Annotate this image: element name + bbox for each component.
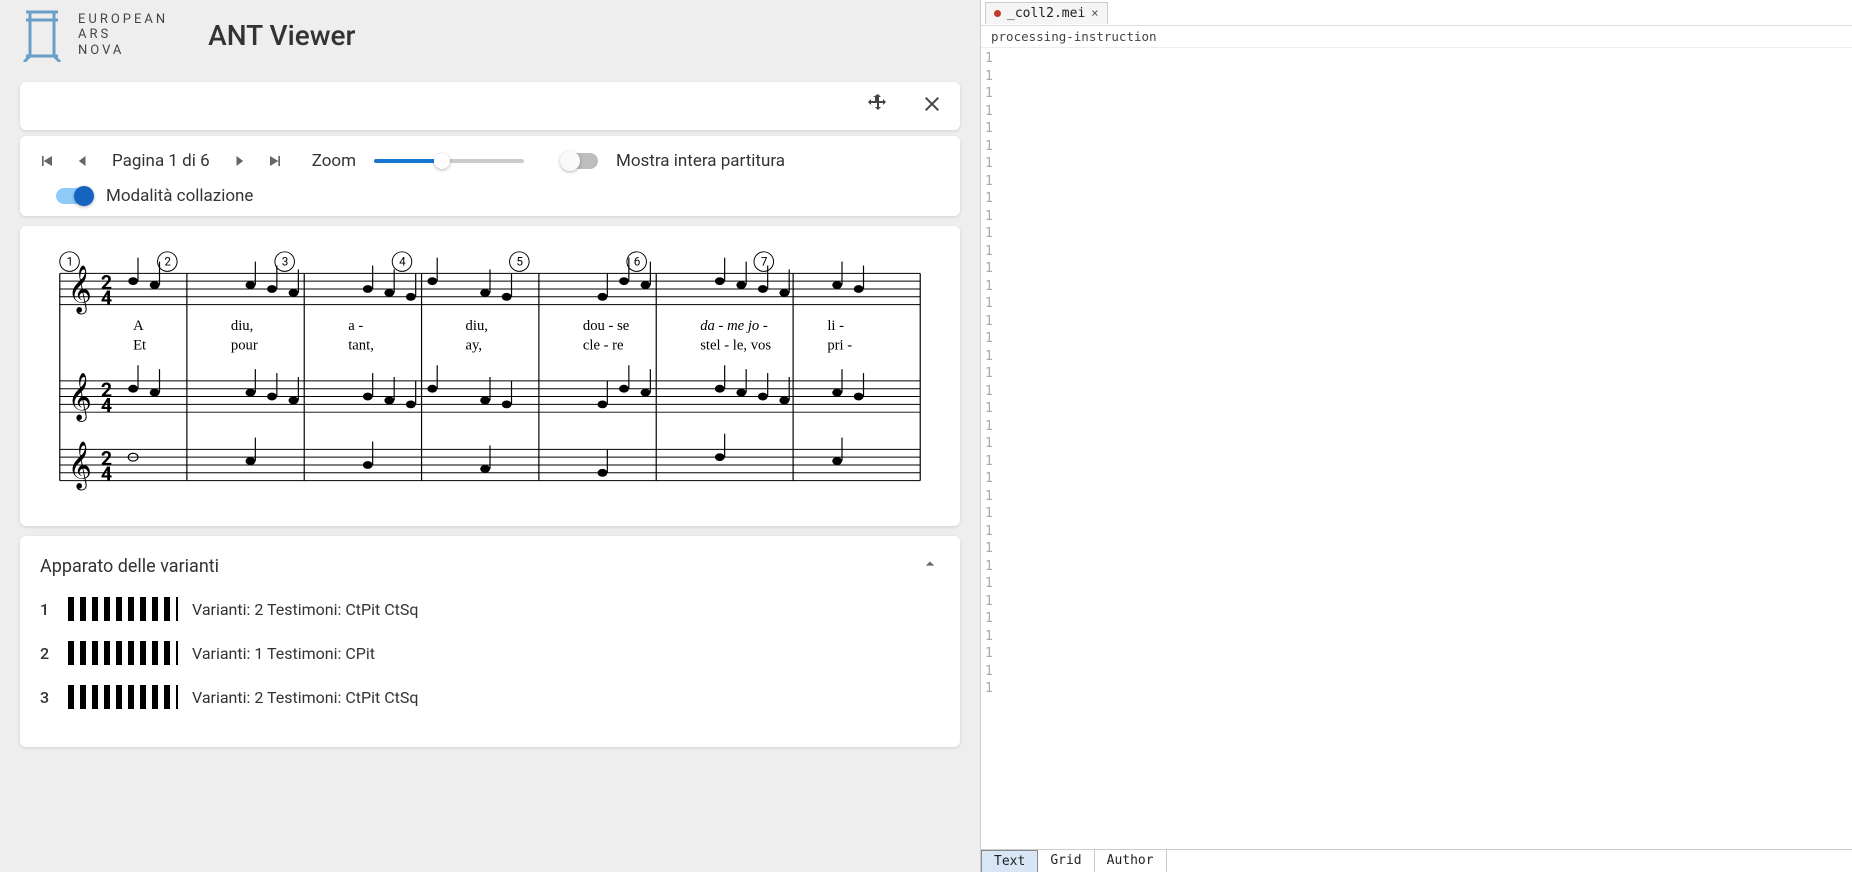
editor-tab-label: _coll2.mei — [1007, 6, 1085, 21]
variant-number: 1 — [40, 600, 54, 619]
editor-bottom-tabs: Text Grid Author — [981, 849, 1852, 872]
whole-score-label: Mostra intera partitura — [616, 151, 785, 171]
bottom-tab-grid[interactable]: Grid — [1038, 850, 1094, 872]
code-body[interactable] — [999, 48, 1852, 849]
collation-toggle[interactable] — [56, 188, 92, 204]
brand-line-1: EUROPEAN — [78, 12, 168, 28]
svg-text:4: 4 — [399, 255, 406, 269]
dirty-indicator-icon — [994, 10, 1001, 17]
close-icon[interactable] — [920, 92, 944, 120]
variant-text: Varianti: 1 Testimoni: CPit — [192, 644, 375, 663]
page-label: Pagina 1 di 6 — [112, 151, 210, 171]
svg-text:li -: li - — [827, 318, 844, 334]
svg-text:ay,: ay, — [466, 338, 483, 354]
variant-number: 3 — [40, 688, 54, 707]
svg-text:2: 2 — [164, 255, 171, 269]
svg-text:Et: Et — [133, 338, 146, 354]
editor-tab[interactable]: _coll2.mei × — [985, 2, 1108, 24]
svg-text:1: 1 — [67, 255, 74, 269]
whole-score-toggle[interactable] — [562, 153, 598, 169]
line-gutter: 1111111111111111111111111111111111111 — [981, 48, 999, 849]
svg-text:4: 4 — [101, 287, 112, 310]
controls-card: Pagina 1 di 6 Zoom Mostra intera partitu… — [20, 136, 960, 216]
svg-text:4: 4 — [101, 463, 112, 486]
svg-text:𝄞: 𝄞 — [68, 442, 92, 491]
svg-text:stel - le, vos: stel - le, vos — [700, 338, 771, 354]
svg-text:4: 4 — [101, 394, 112, 417]
music-score: 𝄞 𝄞 𝄞 24 24 24 1234567 Adiu,a -diu,dou -… — [34, 244, 946, 508]
variant-number: 2 — [40, 644, 54, 663]
svg-text:5: 5 — [516, 255, 523, 269]
apparato-title: Apparato delle varianti — [40, 556, 219, 577]
top-toolbar — [20, 82, 960, 130]
editor-tab-bar: _coll2.mei × — [981, 0, 1852, 26]
code-area[interactable]: 1111111111111111111111111111111111111 — [981, 48, 1852, 849]
variant-thumbnail-icon — [68, 597, 178, 621]
svg-text:diu,: diu, — [231, 318, 253, 334]
svg-text:A: A — [133, 318, 144, 334]
left-panel: EUROPEAN ARS NOVA ANT Viewer — [0, 0, 980, 872]
svg-text:3: 3 — [282, 255, 289, 269]
chevron-up-icon[interactable] — [920, 554, 940, 579]
score-card: 𝄞 𝄞 𝄞 24 24 24 1234567 Adiu,a -diu,dou -… — [20, 226, 960, 526]
ars-nova-logo-icon — [20, 8, 64, 62]
header: EUROPEAN ARS NOVA ANT Viewer — [0, 0, 980, 82]
bottom-tab-text[interactable]: Text — [981, 850, 1038, 872]
variant-row[interactable]: 3 Varianti: 2 Testimoni: CtPit CtSq — [40, 685, 940, 709]
svg-text:a -: a - — [348, 318, 363, 334]
variant-text: Varianti: 2 Testimoni: CtPit CtSq — [192, 688, 418, 707]
tab-close-icon[interactable]: × — [1091, 6, 1098, 20]
svg-text:cle - re: cle - re — [583, 338, 624, 354]
svg-text:𝄞: 𝄞 — [68, 266, 92, 315]
bottom-tab-author[interactable]: Author — [1095, 850, 1167, 872]
variant-thumbnail-icon — [68, 641, 178, 665]
editor-panel: _coll2.mei × processing-instruction 1111… — [980, 0, 1852, 872]
svg-text:𝄞: 𝄞 — [68, 373, 92, 422]
svg-text:da - me jo -: da - me jo - — [700, 318, 768, 334]
collation-label: Modalità collazione — [106, 186, 253, 206]
brand-logo: EUROPEAN ARS NOVA — [20, 8, 168, 62]
variant-row[interactable]: 1 Varianti: 2 Testimoni: CtPit CtSq — [40, 597, 940, 621]
svg-text:tant,: tant, — [348, 338, 374, 354]
last-page-icon[interactable] — [264, 150, 286, 172]
next-page-icon[interactable] — [228, 150, 250, 172]
brand-line-3: NOVA — [78, 43, 168, 59]
zoom-label: Zoom — [312, 151, 356, 171]
first-page-icon[interactable] — [36, 150, 58, 172]
zoom-slider[interactable] — [374, 159, 524, 163]
svg-text:dou - se: dou - se — [583, 318, 629, 334]
svg-text:7: 7 — [761, 255, 768, 269]
svg-text:diu,: diu, — [466, 318, 488, 334]
variant-thumbnail-icon — [68, 685, 178, 709]
svg-text:pri -: pri - — [827, 338, 852, 354]
prev-page-icon[interactable] — [72, 150, 94, 172]
editor-breadcrumb: processing-instruction — [981, 26, 1852, 48]
app-title: ANT Viewer — [208, 19, 355, 52]
brand-line-2: ARS — [78, 27, 168, 43]
svg-text:pour: pour — [231, 338, 258, 354]
variant-row[interactable]: 2 Varianti: 1 Testimoni: CPit — [40, 641, 940, 665]
apparato-card: Apparato delle varianti 1 Varianti: 2 Te… — [20, 536, 960, 747]
move-icon[interactable] — [866, 92, 890, 120]
variant-text: Varianti: 2 Testimoni: CtPit CtSq — [192, 600, 418, 619]
svg-text:6: 6 — [634, 255, 641, 269]
